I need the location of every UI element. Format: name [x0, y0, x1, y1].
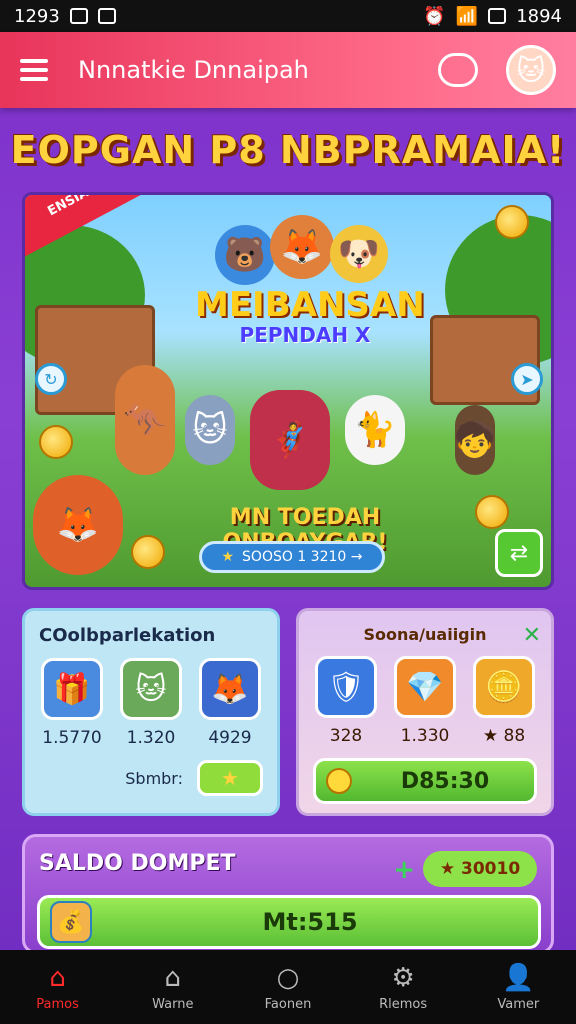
wallet-balance-chip: ★ 30010 — [423, 851, 537, 887]
nav-item-circle[interactable]: ○ Faonen — [238, 963, 338, 1012]
user-icon: 👤 — [502, 962, 535, 993]
hamburger-menu-icon[interactable] — [20, 59, 48, 81]
avatar[interactable]: 🐱 — [506, 45, 556, 95]
collection-item[interactable]: 🎁 1.5770 — [39, 658, 105, 748]
wallet-chip-value: ★ 30010 — [439, 859, 521, 879]
cat-runner-icon: 🐱 — [185, 395, 235, 465]
shield-icon: 🛡 — [315, 656, 377, 718]
gem-icon: 💎 — [394, 656, 456, 718]
add-funds-icon[interactable]: + — [393, 855, 415, 885]
message-icon — [69, 8, 88, 24]
close-icon[interactable]: ✕ — [523, 623, 541, 648]
reward-card-title: Soona/uaiigin — [363, 625, 487, 644]
claim-button-value: D85:30 — [400, 768, 490, 794]
kangaroo-icon: 🦘 — [115, 365, 175, 475]
star-icon: ★ — [221, 766, 239, 790]
send-button[interactable]: ★ — [197, 760, 263, 796]
collection-items: 🎁 1.5770 🐱 1.320 🦊 4929 — [39, 658, 263, 748]
status-right: ⏰ 📶 1894 — [423, 6, 562, 27]
notification-icon — [97, 8, 116, 24]
status-left: 1293 — [14, 6, 116, 27]
nav-label: Warne — [152, 996, 194, 1012]
score-pill-button[interactable]: ★ SOOSO 1 3210 → — [199, 541, 385, 573]
coin-icon — [39, 425, 73, 459]
page-headline: EOPGAN P8 NBPRAMAIA! — [10, 128, 566, 172]
mascot-fox-icon: 🦊 — [270, 215, 334, 279]
wallet-bar-value: Mt:515 — [262, 908, 358, 936]
bottom-navigation: ⌂ Pamos ⌂ Warne ○ Faonen ⚙ Rlemos 👤 Vame… — [0, 950, 576, 1024]
star-icon: ★ — [221, 549, 235, 565]
collection-item[interactable]: 🦊 4929 — [197, 658, 263, 748]
wifi-icon: 📶 — [455, 5, 479, 27]
swap-icon: ⇄ — [509, 540, 529, 566]
home-icon: ⌂ — [49, 962, 66, 993]
send-label: Sbmbr: — [125, 768, 183, 788]
collection-item[interactable]: 🐱 1.320 — [118, 658, 184, 748]
wallet-panel: SALDO DOMPET + ★ 30010 💰 Mt:515 — [22, 834, 554, 954]
banner-next-icon[interactable]: ➤ — [511, 363, 543, 395]
cat-icon: 🐱 — [120, 658, 182, 720]
coin-icon — [475, 495, 509, 529]
status-time: 1293 — [14, 5, 60, 27]
fox-mascot-icon: 🦊 — [33, 475, 123, 575]
reward-item[interactable]: 💎 1.330 — [392, 656, 458, 746]
gold-coin-icon: 🪙 — [473, 656, 535, 718]
white-cat-icon: 🐈 — [345, 395, 405, 465]
kid-character-icon: 🧒 — [454, 405, 496, 475]
status-bar: 1293 ⏰ 📶 1894 — [0, 0, 576, 32]
banner-prev-icon[interactable]: ↻ — [35, 363, 67, 395]
circle-icon: ○ — [276, 962, 300, 993]
nav-item-settings[interactable]: ⚙ Rlemos — [353, 963, 453, 1012]
coin-icon — [495, 205, 529, 239]
fox-icon: 🦊 — [199, 658, 261, 720]
battery-icon — [488, 8, 507, 24]
item-value: 4929 — [208, 728, 252, 748]
nav-label: Pamos — [36, 996, 79, 1012]
nav-label: Faonen — [264, 996, 312, 1012]
claim-button[interactable]: D85:30 — [313, 758, 537, 804]
nav-item-house[interactable]: ⌂ Warne — [123, 963, 223, 1012]
item-value: ★ 88 — [482, 726, 526, 746]
mascot-dog-icon: 🐶 — [330, 225, 388, 283]
reward-item[interactable]: 🪙 ★ 88 — [471, 656, 537, 746]
nav-label: Vamer — [497, 996, 540, 1012]
score-pill-label: SOOSO 1 3210 → — [242, 549, 363, 565]
banner-logo-sub: PEPNDAH X — [239, 323, 371, 347]
gift-box-icon: 🎁 — [41, 658, 103, 720]
promo-banner[interactable]: ENSIAK DASAS 🐻 🦊 🐶 MEIBANSAN PEPNDAH X ↻… — [22, 192, 554, 590]
item-value: 328 — [329, 726, 363, 746]
collection-card: COolbparlekation 🎁 1.5770 🐱 1.320 🦊 4929… — [22, 608, 280, 816]
house-icon: ⌂ — [164, 962, 182, 993]
reward-item[interactable]: 🛡 328 — [313, 656, 379, 746]
reward-items: 🛡 328 💎 1.330 🪙 ★ 88 — [313, 656, 537, 746]
refresh-button[interactable]: ⇄ — [495, 529, 543, 577]
reward-card: ✕ Soona/uaiigin 🛡 328 💎 1.330 🪙 ★ 88 D85… — [296, 608, 554, 816]
nav-item-profile[interactable]: 👤 Vamer — [468, 963, 568, 1012]
wallet-bar-button[interactable]: 💰 Mt:515 — [37, 895, 541, 949]
hero-character-icon: 🦸 — [250, 390, 330, 490]
coin-icon — [326, 768, 352, 794]
banner-logo: MEIBANSAN — [195, 285, 425, 325]
alarm-icon: ⏰ — [423, 5, 446, 27]
app-bar: Nnnatkie Dnnaipah 🐱 — [0, 32, 576, 108]
status-clock: 1894 — [516, 5, 562, 27]
collection-card-title: COolbparlekation — [39, 625, 216, 646]
app-title: Nnnatkie Dnnaipah — [78, 56, 309, 84]
mascot-bear-icon: 🐻 — [215, 225, 275, 285]
collection-actions: Sbmbr: ★ — [39, 760, 263, 796]
nav-item-home[interactable]: ⌂ Pamos — [8, 963, 108, 1012]
cloud-icon[interactable] — [438, 53, 478, 87]
item-value: 1.330 — [400, 726, 450, 746]
wallet-icon: 💰 — [50, 901, 92, 943]
nav-label: Rlemos — [379, 996, 428, 1012]
item-value: 1.5770 — [42, 728, 102, 748]
item-value: 1.320 — [126, 728, 176, 748]
gear-icon: ⚙ — [391, 962, 415, 993]
